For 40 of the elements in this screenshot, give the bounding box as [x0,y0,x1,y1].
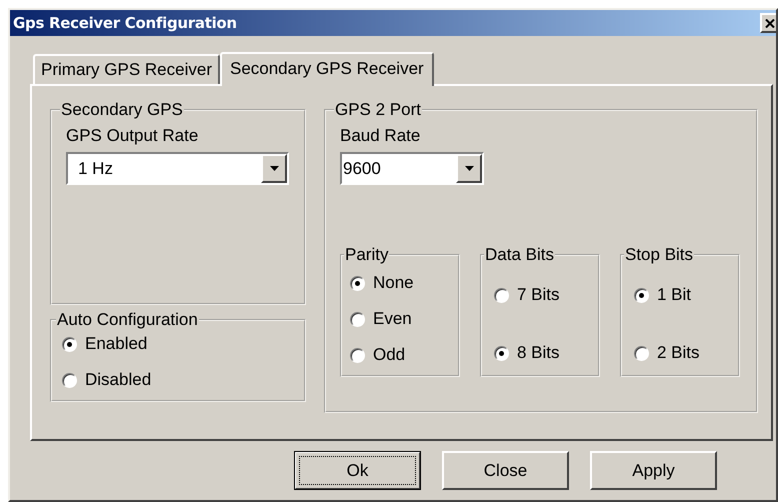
caret-icon [464,166,474,171]
dialog-button[interactable]: Ok [294,451,421,490]
radio-label: Even [373,309,412,329]
radio-button[interactable] [634,346,649,360]
radio-button[interactable] [494,346,509,360]
radio-label: Odd [373,345,406,365]
radio-label: 8 Bits [517,343,560,363]
field-label: Baud Rate [340,126,422,146]
group-label: Parity [344,245,390,265]
radio-button[interactable] [350,276,365,290]
group-label: Auto Configuration [56,310,199,330]
radio-button[interactable] [62,336,77,352]
dialog-button[interactable]: Apply [590,451,717,490]
group-label: GPS 2 Port [334,100,422,120]
field-label: GPS Output Rate [66,126,200,146]
group-label: Data Bits [484,245,555,265]
dropdown[interactable]: 9600 [340,152,484,185]
radio-label: 2 Bits [657,343,700,363]
radio-label: None [373,273,414,293]
close-icon [765,18,775,28]
radio-label: Enabled [85,334,148,354]
radio-button[interactable] [350,312,365,326]
radio-button[interactable] [62,372,77,388]
radio-label: 1 Bit [657,285,692,305]
close-button[interactable] [760,13,776,33]
group-label: Stop Bits [624,245,694,265]
dropdown[interactable]: 1 Hz [66,152,289,185]
window-title: Gps Receiver Configuration [13,14,237,32]
caret-icon [270,166,278,171]
radio-button[interactable] [494,288,509,302]
dropdown-button[interactable] [456,154,482,183]
dialog-button[interactable]: Close [442,451,569,490]
radio-label: 7 Bits [517,285,560,305]
radio-label: Disabled [85,370,152,390]
tab[interactable]: Secondary GPS Receiver [220,52,434,86]
radio-button[interactable] [634,288,649,302]
dropdown-button[interactable] [261,154,287,183]
tab[interactable]: Primary GPS Receiver [33,54,220,84]
radio-button[interactable] [350,348,365,362]
group-label: Secondary GPS [60,100,184,120]
